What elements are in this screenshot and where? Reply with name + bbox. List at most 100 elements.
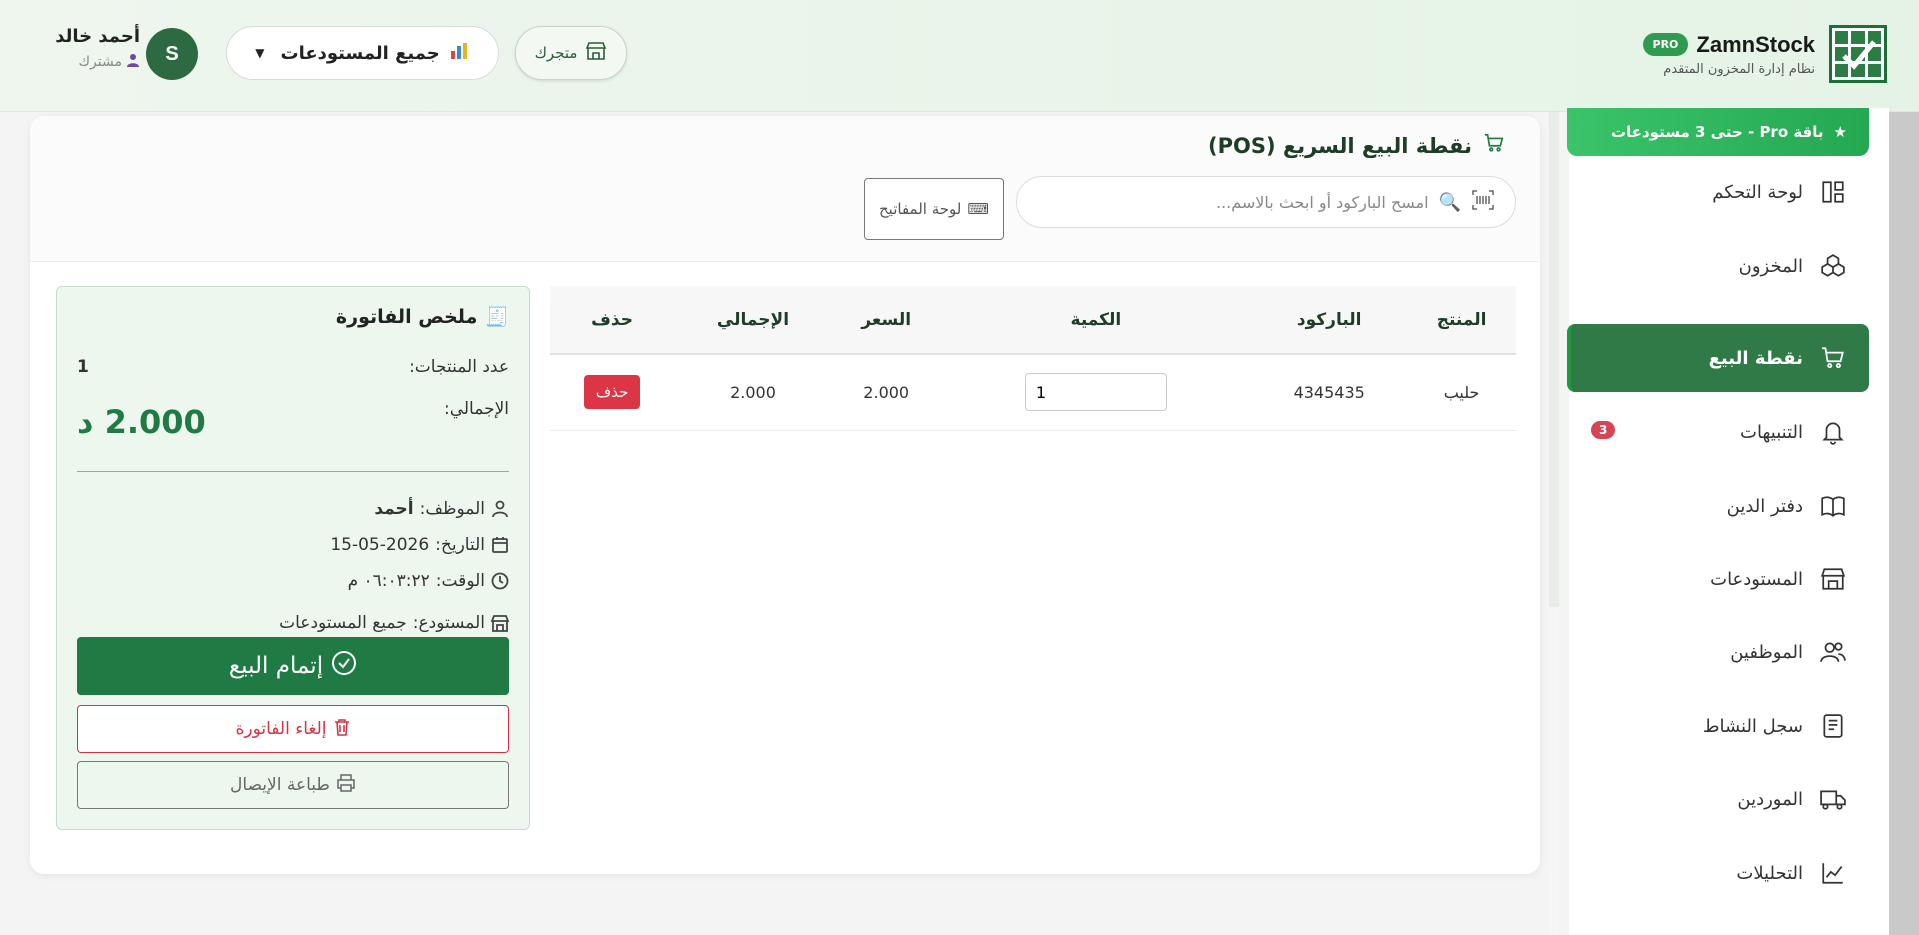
brand[interactable]: ZamnStock PRO نظام إدارة المخزون المتقدم — [1642, 22, 1887, 86]
sidebar-item-label: دفتر الدين — [1726, 495, 1803, 517]
date-value: 15-05-2026 — [330, 535, 430, 555]
sidebar-item-label: لوحة التحكم — [1712, 181, 1803, 203]
sidebar-item-label: المخزون — [1738, 255, 1803, 277]
quantity-cell — [940, 354, 1252, 431]
clock-icon — [491, 572, 509, 590]
sidebar-scrollbar[interactable] — [1889, 112, 1919, 935]
activity-log-icon — [1819, 712, 1847, 740]
divider — [77, 471, 509, 472]
barcode-cell: 4345435 — [1251, 354, 1408, 431]
content-scrollbar[interactable] — [1549, 112, 1559, 607]
chart-line-icon — [1819, 859, 1847, 887]
store-button[interactable]: متجرك — [515, 26, 627, 80]
sidebar-item-label: الموردين — [1737, 788, 1803, 810]
barcode-scan-icon — [1471, 189, 1495, 215]
calendar-icon — [492, 537, 508, 553]
checkmark-icon — [1842, 40, 1876, 70]
cancel-invoice-label: إلغاء الفاتورة — [235, 719, 327, 739]
print-receipt-button[interactable]: طباعة الإيصال — [77, 761, 509, 809]
sidebar-item-label: سجل النشاط — [1702, 715, 1803, 737]
item-count-label: عدد المنتجات: — [409, 357, 509, 377]
top-bar: ZamnStock PRO نظام إدارة المخزون المتقدم… — [0, 0, 1919, 112]
store-icon — [585, 41, 607, 65]
keyboard-button-label: لوحة المفاتيح — [879, 200, 962, 218]
warehouse-icon — [491, 615, 509, 632]
date-label: التاريخ: — [435, 535, 485, 555]
warehouse-select-value: جميع المستودعات — [280, 42, 440, 64]
users-icon — [1819, 638, 1847, 666]
pro-badge: PRO — [1642, 33, 1689, 56]
price-cell: 2.000 — [831, 354, 941, 431]
user-icon — [492, 500, 508, 518]
pos-card: نقطة البيع السريع (POS) 🔍 امسح الباركود … — [30, 116, 1540, 874]
column-header: الكمية — [940, 286, 1252, 355]
complete-sale-button[interactable]: إتمام البيع — [77, 637, 509, 695]
product-name-cell: حليب — [1407, 354, 1516, 431]
summary-title: ملخص الفاتورة — [335, 305, 478, 328]
search-icon: 🔍 — [1438, 191, 1461, 213]
warehouse-select[interactable]: جميع المستودعات ▼ — [226, 26, 499, 80]
sidebar-item-suppliers[interactable]: الموردين — [1567, 765, 1869, 833]
total-label: الإجمالي: — [443, 399, 509, 419]
sidebar-item-pos[interactable]: نقطة البيع — [1567, 324, 1869, 392]
print-receipt-label: طباعة الإيصال — [230, 775, 330, 795]
bell-icon — [1819, 418, 1847, 446]
pro-plan-label: باقة Pro - حتى 3 مستودعات — [1611, 123, 1824, 141]
column-header: المنتج — [1407, 286, 1516, 355]
pos-header: نقطة البيع السريع (POS) 🔍 امسح الباركود … — [30, 116, 1540, 262]
item-count-value: 1 — [77, 357, 89, 377]
sidebar-item-employees[interactable]: الموظفين — [1567, 618, 1869, 686]
sidebar-item-dashboard[interactable]: لوحة التحكم — [1567, 158, 1869, 226]
sidebar-item-warehouses[interactable]: المستودعات — [1567, 545, 1869, 613]
receipt-icon: 🧾 — [485, 306, 509, 328]
column-header: السعر — [831, 286, 941, 355]
cart-icon — [1482, 132, 1506, 159]
truck-icon — [1819, 785, 1847, 813]
sidebar: ★ باقة Pro - حتى 3 مستودعات لوحة التحكم … — [1567, 108, 1889, 935]
printer-icon — [336, 773, 356, 797]
page-title: نقطة البيع السريع (POS) — [1207, 133, 1472, 158]
book-icon — [1819, 492, 1847, 520]
sidebar-item-label: التحليلات — [1736, 862, 1803, 884]
time-label: الوقت: — [435, 571, 485, 591]
caret-down-icon: ▼ — [255, 46, 265, 60]
total-value: 2.000 د — [77, 403, 206, 441]
warehouse-value: جميع المستودعات — [279, 613, 407, 633]
alerts-count-badge: 3 — [1591, 421, 1616, 439]
time-value: ٠٦:٠٣:٢٢ م — [347, 571, 430, 591]
sidebar-item-label: نقطة البيع — [1708, 347, 1803, 369]
sidebar-item-activity-log[interactable]: سجل النشاط — [1567, 692, 1869, 760]
user-info: أحمد خالد مشترك — [40, 26, 140, 71]
employee-label: الموظف: — [419, 499, 485, 519]
sidebar-item-label: التنبيهات — [1740, 421, 1803, 443]
brand-name: ZamnStock — [1696, 31, 1815, 57]
avatar[interactable]: S — [146, 28, 198, 80]
table-row: حليب 4345435 2.000 2.000 حذف — [550, 354, 1516, 431]
trash-icon — [333, 718, 351, 741]
table-header-row: المنتج الباركود الكمية السعر الإجمالي حذ… — [550, 286, 1516, 355]
check-circle-icon — [331, 650, 357, 682]
pro-plan-banner[interactable]: ★ باقة Pro - حتى 3 مستودعات — [1567, 108, 1869, 156]
sidebar-item-inventory[interactable]: المخزون — [1567, 232, 1869, 300]
delete-item-button[interactable]: حذف — [583, 375, 641, 410]
column-header: حذف — [550, 286, 675, 355]
sidebar-item-analytics[interactable]: التحليلات — [1567, 839, 1869, 907]
column-header: الباركود — [1251, 286, 1408, 355]
user-icon — [126, 53, 140, 71]
quantity-input[interactable] — [1024, 373, 1167, 412]
brand-subtitle: نظام إدارة المخزون المتقدم — [1663, 61, 1815, 77]
invoice-summary: 🧾 ملخص الفاتورة عدد المنتجات: 1 الإجمالي… — [56, 286, 530, 830]
sidebar-item-alerts[interactable]: التنبيهات 3 — [1567, 398, 1869, 466]
cancel-invoice-button[interactable]: إلغاء الفاتورة — [77, 705, 509, 753]
delete-cell: حذف — [550, 354, 675, 431]
warehouse-icon — [1819, 565, 1847, 593]
user-name: أحمد خالد — [55, 26, 140, 47]
barcode-search-input[interactable]: 🔍 امسح الباركود أو ابحث بالاسم... — [1016, 176, 1516, 228]
sidebar-item-label: المستودعات — [1710, 568, 1803, 590]
cart-icon — [1819, 344, 1847, 372]
brand-logo — [1829, 25, 1887, 83]
keyboard-button[interactable]: ⌨ لوحة المفاتيح — [864, 178, 1004, 240]
boxes-icon — [1819, 252, 1847, 280]
sidebar-item-debt-book[interactable]: دفتر الدين — [1567, 472, 1869, 540]
employee-value: أحمد — [374, 499, 414, 519]
